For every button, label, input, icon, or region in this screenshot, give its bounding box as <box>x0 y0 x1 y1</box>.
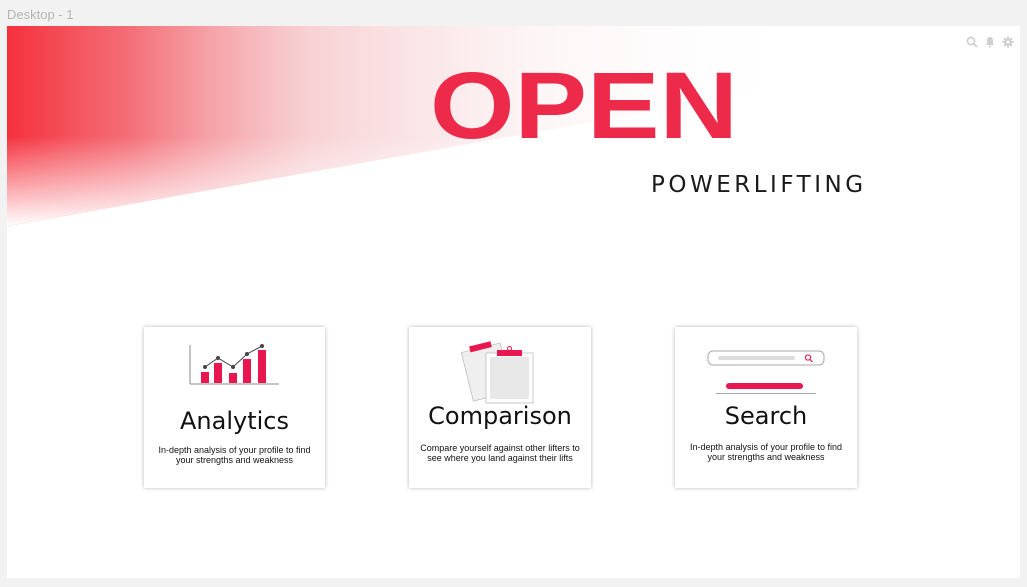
analytics-card[interactable]: Analytics In-depth analysis of your prof… <box>144 327 325 488</box>
logo-subtitle: POWERLIFTING <box>651 172 867 198</box>
hero-gradient-background <box>7 26 1020 226</box>
comparison-card[interactable]: Comparison Compare yourself against othe… <box>409 327 591 488</box>
search-bar-illustration <box>707 350 825 394</box>
top-right-toolbar <box>966 33 1014 48</box>
search-card[interactable]: Search In-depth analysis of your profile… <box>675 327 857 488</box>
open-logo: OPEN <box>430 66 738 141</box>
gear-icon[interactable] <box>1002 33 1014 48</box>
bell-icon[interactable] <box>984 33 996 48</box>
card-title: Analytics <box>180 407 289 435</box>
card-description: Compare yourself against other lifters t… <box>420 443 580 463</box>
frame-label: Desktop - 1 <box>7 7 74 22</box>
clipboards-illustration <box>460 341 534 404</box>
bar-chart-illustration <box>189 344 279 385</box>
card-title: Comparison <box>428 402 572 430</box>
desktop-canvas: OPEN POWERLIFTING Analytics In-depth ana… <box>7 26 1020 578</box>
card-description: In-depth analysis of your profile to fin… <box>158 445 311 465</box>
card-title: Search <box>724 402 808 430</box>
card-description: In-depth analysis of your profile to fin… <box>689 442 843 462</box>
svg-text:OPEN: OPEN <box>430 66 738 141</box>
search-icon[interactable] <box>966 33 978 48</box>
